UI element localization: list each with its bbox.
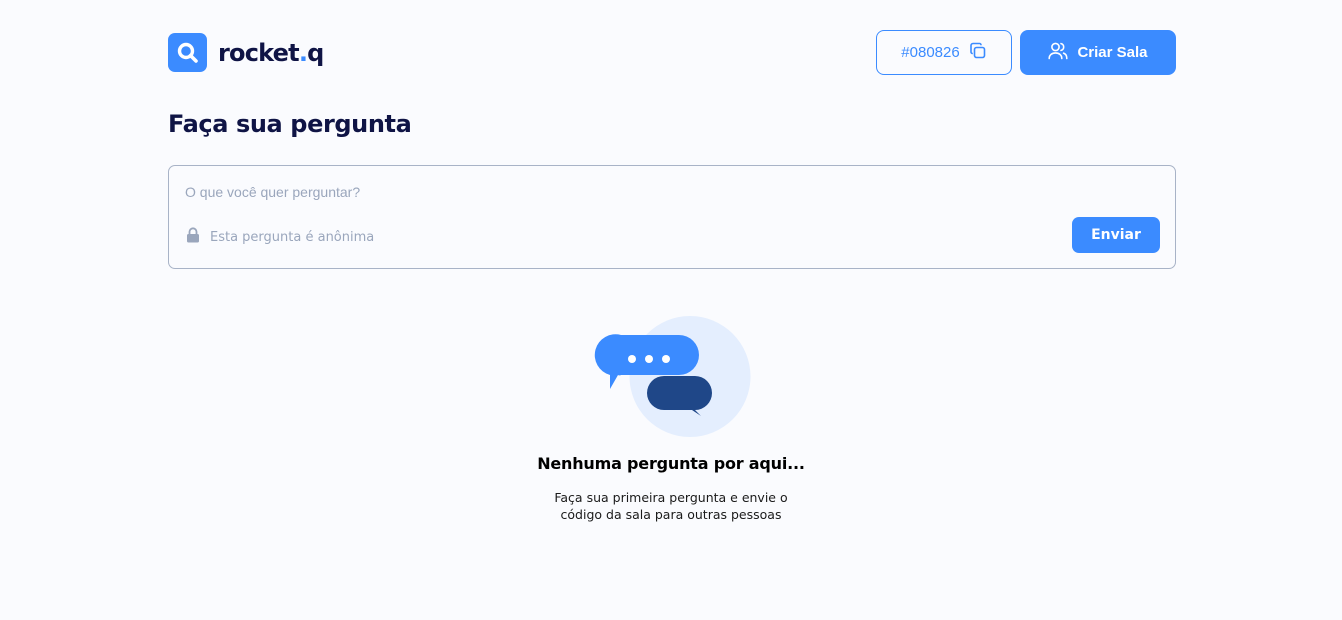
lock-icon — [186, 227, 200, 247]
brand-name: rocket. q — [218, 39, 324, 67]
anonymous-notice: Esta pergunta é anônima — [186, 227, 374, 247]
header-actions: #080826 Criar Sala — [876, 30, 1176, 75]
copy-room-code-button[interactable]: #080826 — [876, 30, 1012, 75]
empty-state-description: Faça sua primeira pergunta e envie o cód… — [554, 490, 788, 522]
copy-icon — [969, 42, 987, 64]
users-icon — [1048, 42, 1069, 64]
app-header: rocket. q #080826 Criar Sala — [168, 30, 1176, 75]
room-code-text: #080826 — [901, 44, 960, 61]
page-title: Faça sua pergunta — [168, 110, 412, 138]
brand-logo[interactable]: rocket. q — [168, 33, 324, 72]
magnifier-logo-icon — [168, 33, 207, 72]
empty-state: Nenhuma pergunta por aqui... Faça sua pr… — [0, 316, 1342, 523]
create-room-button[interactable]: Criar Sala — [1020, 30, 1176, 75]
brand-name-text: rocket — [218, 38, 300, 67]
chat-bubbles-icon — [591, 316, 751, 437]
create-room-label: Criar Sala — [1077, 44, 1148, 61]
question-form: Esta pergunta é anônima Enviar — [168, 165, 1176, 269]
question-input[interactable] — [185, 181, 1155, 203]
empty-state-title: Nenhuma pergunta por aqui... — [537, 454, 805, 473]
send-button[interactable]: Enviar — [1072, 217, 1160, 253]
anonymous-label: Esta pergunta é anônima — [210, 229, 375, 245]
brand-dot: . — [298, 38, 308, 67]
brand-suffix: q — [307, 38, 324, 67]
